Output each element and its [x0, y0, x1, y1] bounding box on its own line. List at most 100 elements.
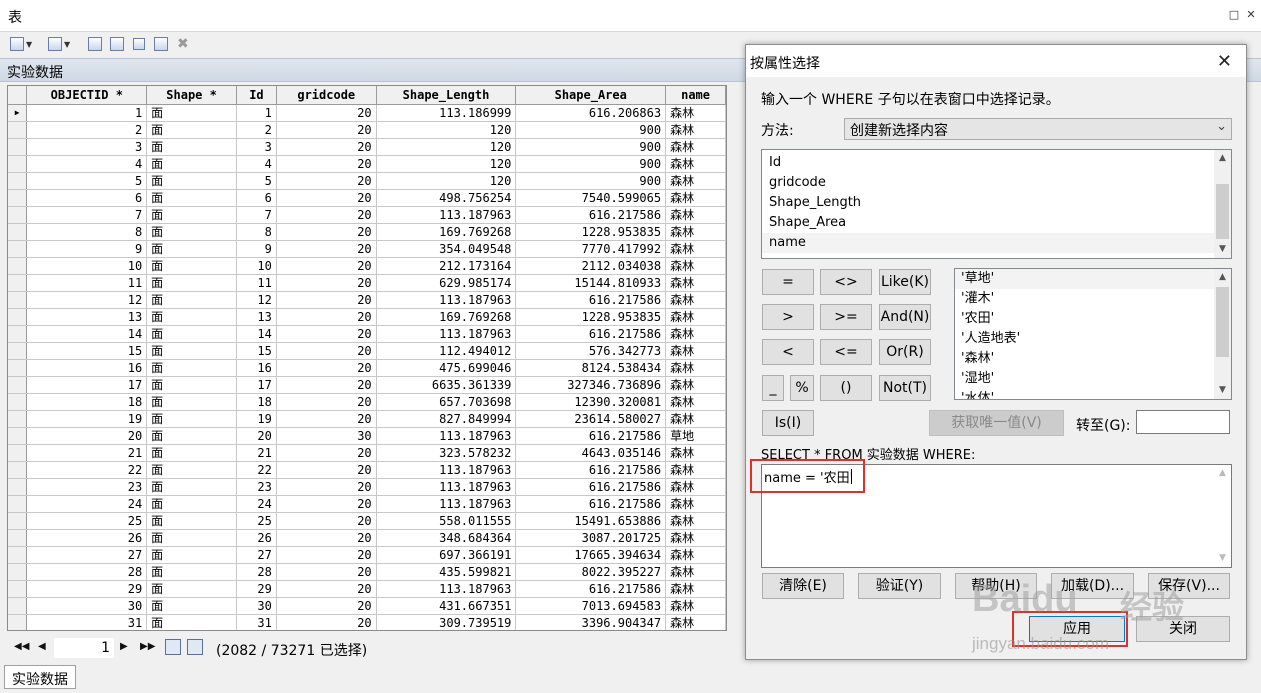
cell-objectid[interactable]: 13: [26, 308, 148, 326]
cell-shape_area[interactable]: 616.217586: [515, 461, 667, 479]
last-record-icon[interactable]: ▶▶: [140, 641, 155, 652]
cell-shape_length[interactable]: 498.756254: [376, 189, 517, 207]
cell-objectid[interactable]: 14: [26, 325, 148, 343]
cell-id[interactable]: 24: [236, 495, 277, 513]
cell-shape[interactable]: 面: [146, 376, 237, 394]
next-record-icon[interactable]: ▶: [120, 641, 128, 652]
help-button[interactable]: 帮助(H): [955, 573, 1037, 599]
cell-id[interactable]: 21: [236, 444, 277, 462]
cell-shape[interactable]: 面: [146, 342, 237, 360]
cell-gridcode[interactable]: 20: [276, 342, 377, 360]
cell-shape[interactable]: 面: [146, 291, 237, 309]
cell-id[interactable]: 7: [236, 206, 277, 224]
row-selector[interactable]: [8, 359, 28, 377]
cell-name[interactable]: 森林: [665, 342, 726, 360]
cell-name[interactable]: 森林: [665, 444, 726, 462]
cell-shape_area[interactable]: 616.217586: [515, 427, 667, 445]
cell-shape[interactable]: 面: [146, 461, 237, 479]
row-selector[interactable]: [8, 478, 28, 496]
cell-objectid[interactable]: 30: [26, 597, 148, 615]
scroll-thumb[interactable]: [1216, 287, 1229, 357]
table-row[interactable]: 14 面 14 20 113.187963 616.217586 森林: [8, 325, 726, 343]
table-options-button[interactable]: ▼: [10, 35, 32, 53]
cell-name[interactable]: 森林: [665, 274, 726, 292]
row-selector[interactable]: [8, 614, 28, 630]
cell-id[interactable]: 25: [236, 512, 277, 530]
cell-gridcode[interactable]: 20: [276, 597, 377, 615]
cell-shape[interactable]: 面: [146, 240, 237, 258]
cell-shape_area[interactable]: 900: [515, 121, 667, 139]
operator-or-button[interactable]: Or(R): [879, 339, 931, 365]
load-button[interactable]: 加载(D)...: [1051, 573, 1134, 599]
values-scrollbar[interactable]: ▲ ▼: [1214, 269, 1231, 399]
operator-parentheses-button[interactable]: (): [820, 375, 872, 401]
cell-id[interactable]: 14: [236, 325, 277, 343]
column-header-shape_area[interactable]: Shape_Area: [515, 86, 667, 105]
value-item[interactable]: '水体': [955, 389, 1231, 399]
table-row[interactable]: 19 面 19 20 827.849994 23614.580027 森林: [8, 410, 726, 428]
cell-shape_area[interactable]: 616.217586: [515, 206, 667, 224]
column-header-shape[interactable]: Shape *: [146, 86, 237, 105]
cell-gridcode[interactable]: 20: [276, 580, 377, 598]
cell-shape[interactable]: 面: [146, 478, 237, 496]
unique-values-list[interactable]: '草地' '灌木' '农田' '人造地表' '森林' '湿地' '水体' ▲ ▼: [954, 268, 1232, 400]
cell-shape_length[interactable]: 120: [376, 121, 517, 139]
table-row[interactable]: 30 面 30 20 431.667351 7013.694583 森林: [8, 597, 726, 615]
row-selector[interactable]: [8, 546, 28, 564]
value-item[interactable]: '灌木': [955, 289, 1231, 309]
cell-gridcode[interactable]: 20: [276, 257, 377, 275]
table-row[interactable]: 6 面 6 20 498.756254 7540.599065 森林: [8, 189, 726, 207]
cell-shape[interactable]: 面: [146, 223, 237, 241]
cell-name[interactable]: 森林: [665, 580, 726, 598]
row-selector[interactable]: [8, 240, 28, 258]
cell-shape_length[interactable]: 6635.361339: [376, 376, 517, 394]
cell-shape_length[interactable]: 113.187963: [376, 580, 517, 598]
cell-name[interactable]: 森林: [665, 189, 726, 207]
table-row[interactable]: 31 面 31 20 309.739519 3396.904347 森林: [8, 614, 726, 630]
cell-name[interactable]: 草地: [665, 427, 726, 445]
cell-objectid[interactable]: 23: [26, 478, 148, 496]
cell-objectid[interactable]: 3: [26, 138, 148, 156]
cell-id[interactable]: 4: [236, 155, 277, 173]
cell-gridcode[interactable]: 20: [276, 444, 377, 462]
row-selector[interactable]: [8, 495, 28, 513]
table-row[interactable]: 15 面 15 20 112.494012 576.342773 森林: [8, 342, 726, 360]
cell-id[interactable]: 5: [236, 172, 277, 190]
cell-shape_length[interactable]: 435.599821: [376, 563, 517, 581]
cell-name[interactable]: 森林: [665, 359, 726, 377]
cell-id[interactable]: 19: [236, 410, 277, 428]
row-selector[interactable]: [8, 189, 28, 207]
cell-gridcode[interactable]: 20: [276, 274, 377, 292]
cell-shape_length[interactable]: 629.985174: [376, 274, 517, 292]
table-row[interactable]: 7 面 7 20 113.187963 616.217586 森林: [8, 206, 726, 224]
table-row[interactable]: 17 面 17 20 6635.361339 327346.736896 森林: [8, 376, 726, 394]
cell-shape[interactable]: 面: [146, 325, 237, 343]
table-row[interactable]: 3 面 3 20 120 900 森林: [8, 138, 726, 156]
cell-objectid[interactable]: 9: [26, 240, 148, 258]
cell-shape_length[interactable]: 169.769268: [376, 223, 517, 241]
row-selector[interactable]: [8, 342, 28, 360]
cell-shape_length[interactable]: 113.187963: [376, 461, 517, 479]
cell-shape[interactable]: 面: [146, 597, 237, 615]
cell-objectid[interactable]: 11: [26, 274, 148, 292]
table-row[interactable]: 10 面 10 20 212.173164 2112.034038 森林: [8, 257, 726, 275]
table-row[interactable]: 2 面 2 20 120 900 森林: [8, 121, 726, 139]
operator-greater-button[interactable]: >: [762, 304, 814, 330]
row-selector[interactable]: [8, 325, 28, 343]
cell-gridcode[interactable]: 20: [276, 121, 377, 139]
cell-gridcode[interactable]: 20: [276, 104, 377, 122]
cell-id[interactable]: 15: [236, 342, 277, 360]
cell-id[interactable]: 12: [236, 291, 277, 309]
cell-shape_area[interactable]: 616.217586: [515, 495, 667, 513]
cell-objectid[interactable]: 10: [26, 257, 148, 275]
table-row[interactable]: 29 面 29 20 113.187963 616.217586 森林: [8, 580, 726, 598]
cell-id[interactable]: 22: [236, 461, 277, 479]
column-header-gridcode[interactable]: gridcode: [276, 86, 377, 105]
value-item[interactable]: '湿地': [955, 369, 1231, 389]
cell-name[interactable]: 森林: [665, 495, 726, 513]
cell-id[interactable]: 2: [236, 121, 277, 139]
cell-id[interactable]: 17: [236, 376, 277, 394]
close-button[interactable]: 关闭: [1136, 616, 1230, 642]
cell-name[interactable]: 森林: [665, 597, 726, 615]
cell-shape_length[interactable]: 113.186999: [376, 104, 517, 122]
